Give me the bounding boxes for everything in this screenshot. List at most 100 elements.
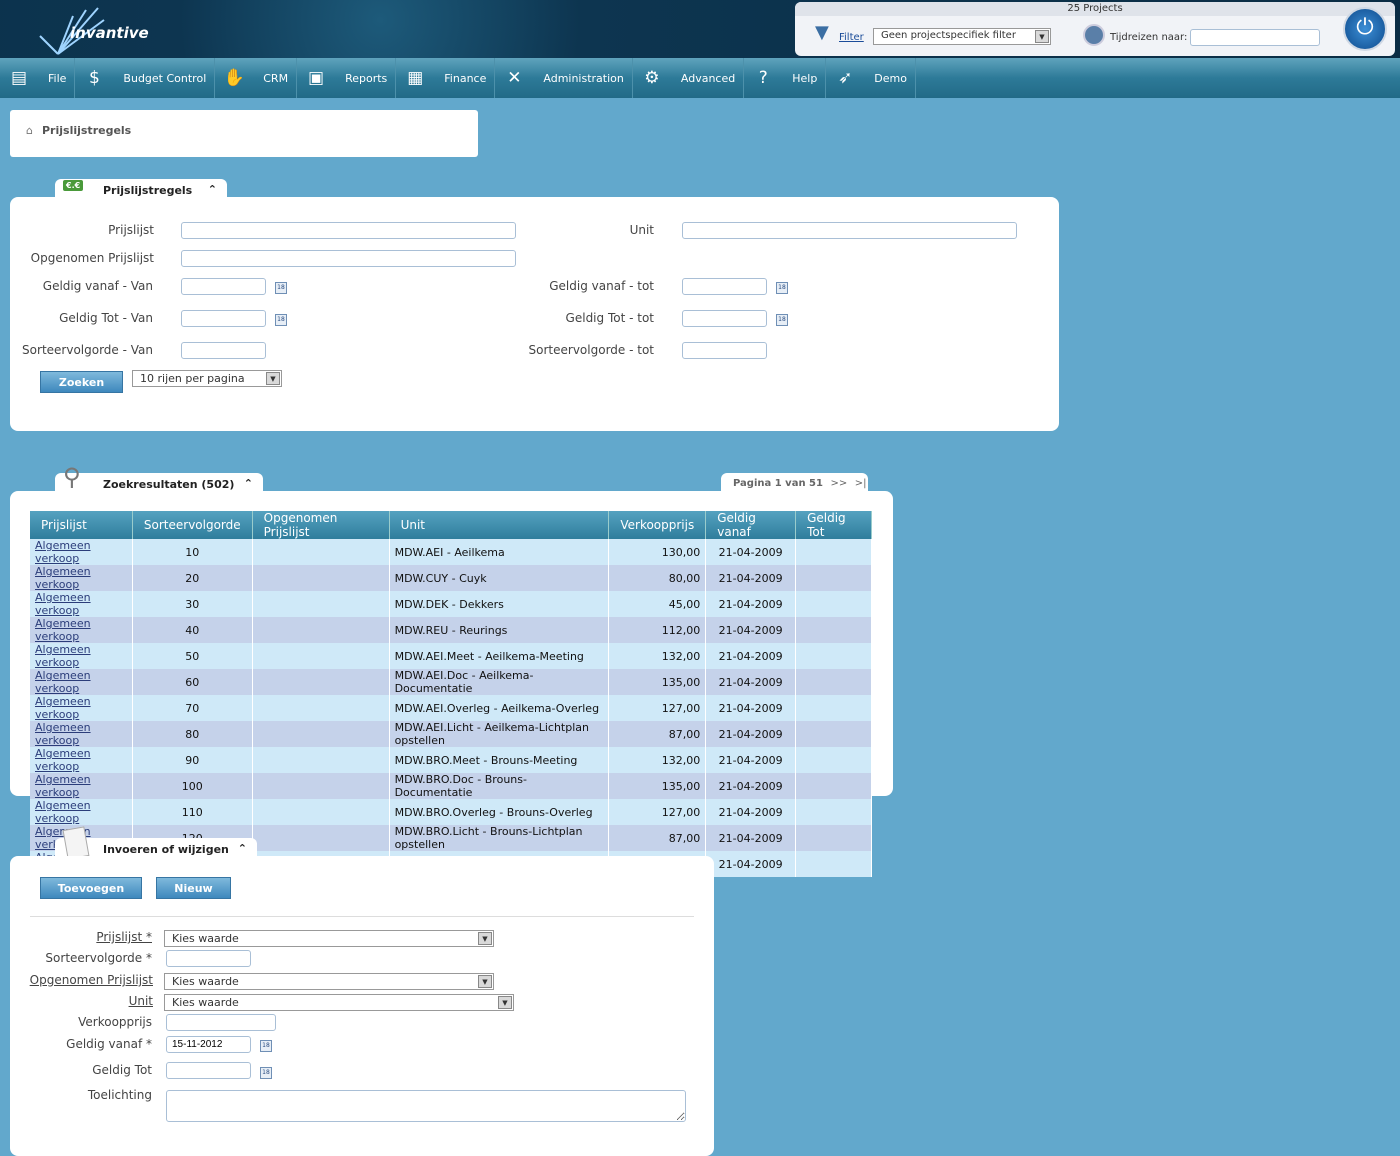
menu-label: Advanced (680, 71, 736, 85)
menu-item-finance[interactable]: ▦ Finance (396, 58, 496, 98)
column-header[interactable]: Geldig vanaf (705, 511, 797, 539)
label-prijslijst-link[interactable]: Prijslijst * (20, 930, 152, 944)
prijslijst-link[interactable]: Algemeen verkoop (35, 695, 91, 721)
prijslijst-link[interactable]: Algemeen verkoop (35, 591, 91, 617)
toelichting-textarea[interactable] (166, 1090, 686, 1122)
table-cell (252, 695, 390, 721)
geldig-vanaf-input[interactable] (166, 1036, 251, 1053)
projects-count[interactable]: 25 Projects (795, 2, 1395, 16)
table-row: Algemeen verkoop 10 MDW.AEI - Aeilkema 130,… (30, 539, 872, 565)
sort-van-input[interactable] (181, 342, 266, 359)
chevron-down-icon: ▼ (478, 932, 492, 945)
cell-prijslijst: Algemeen verkoop (30, 617, 133, 643)
filter-link[interactable]: Filter (839, 32, 864, 43)
geldig-tot-van-input[interactable] (181, 310, 266, 327)
collapse-icon[interactable]: ⌃ (244, 477, 253, 490)
add-button[interactable]: Toevoegen (40, 877, 142, 899)
prijslijst-link[interactable]: Algemeen verkoop (35, 539, 91, 565)
power-logout-button[interactable]: ⏻ (1343, 7, 1387, 51)
geldig-vanaf-tot-input[interactable] (682, 278, 767, 295)
column-header[interactable]: Unit (389, 511, 610, 539)
menu-label: CRM (263, 71, 289, 85)
label-opgenomen-link[interactable]: Opgenomen Prijslijst (20, 973, 153, 987)
handshake-icon: ✋ (223, 68, 245, 88)
prijslijst-input[interactable] (181, 222, 516, 239)
menu-item-help[interactable]: ? Help (744, 58, 827, 98)
table-cell: 21-04-2009 (705, 773, 797, 799)
calendar-icon[interactable]: 18 (260, 1040, 272, 1052)
table-row: Algemeen verkoop 40 MDW.REU - Reurings 112,… (30, 617, 872, 643)
search-button[interactable]: Zoeken (40, 371, 123, 393)
app-header: invantive 25 Projects ▼ Filter Geen proj… (0, 0, 1400, 58)
column-header[interactable]: Prijslijst (30, 511, 133, 539)
geldig-tot-tot-input[interactable] (682, 310, 767, 327)
geldig-vanaf-van-input[interactable] (181, 278, 266, 295)
column-header[interactable]: Verkoopprijs (608, 511, 707, 539)
table-cell (795, 747, 872, 773)
calendar-icon[interactable]: 18 (776, 314, 788, 326)
cell-prijslijst: Algemeen verkoop (30, 773, 133, 799)
table-cell (252, 669, 390, 695)
column-header[interactable]: Opgenomen Prijslijst (252, 511, 390, 539)
table-row: Algemeen verkoop 30 MDW.DEK - Dekkers 45,00… (30, 591, 872, 617)
table-cell: MDW.AEI.Doc - Aeilkema-Documentatie (389, 669, 610, 695)
menu-item-reports[interactable]: ▣ Reports (297, 58, 397, 98)
calendar-icon[interactable]: 18 (260, 1067, 272, 1079)
calculator-icon: ▦ (407, 68, 424, 88)
calendar-icon[interactable]: 18 (776, 282, 788, 294)
rows-per-page-select[interactable]: 10 rijen per pagina ▼ (132, 370, 282, 387)
last-page-link[interactable]: >| (855, 478, 867, 489)
collapse-icon[interactable]: ⌃ (238, 842, 247, 855)
prijslijst-link[interactable]: Algemeen verkoop (35, 721, 91, 747)
prijslijst-link[interactable]: Algemeen verkoop (35, 747, 91, 773)
unit-select[interactable]: Kies waarde ▼ (164, 994, 514, 1011)
calendar-icon[interactable]: 18 (275, 282, 287, 294)
label-opgenomen: Opgenomen Prijslijst (30, 251, 154, 265)
label-sort: Sorteervolgorde * (45, 951, 152, 965)
table-cell (795, 617, 872, 643)
table-cell (252, 591, 390, 617)
menu-item-administration[interactable]: ✕ Administration (495, 58, 633, 98)
opgenomen-select[interactable]: Kies waarde ▼ (164, 973, 494, 990)
next-page-link[interactable]: >> (830, 478, 847, 489)
prijslijst-link[interactable]: Algemeen verkoop (35, 617, 91, 643)
sort-tot-input[interactable] (682, 342, 767, 359)
menu-item-advanced[interactable]: ⚙ Advanced (633, 58, 745, 98)
opgenomen-input[interactable] (181, 250, 516, 267)
prijslijst-link[interactable]: Algemeen verkoop (35, 799, 91, 825)
cell-prijslijst: Algemeen verkoop (30, 643, 133, 669)
geldig-tot-input[interactable] (166, 1062, 251, 1079)
prijslijst-link[interactable]: Algemeen verkoop (35, 669, 91, 695)
invantive-logo[interactable]: invantive (38, 6, 149, 55)
unit-input[interactable] (682, 222, 1017, 239)
menu-item-budget-control[interactable]: $ Budget Control (75, 58, 216, 98)
table-cell: 100 (132, 773, 253, 799)
prijslijst-link[interactable]: Algemeen verkoop (35, 773, 91, 799)
search-title: Prijslijstregels (103, 184, 193, 197)
menu-label: Help (792, 71, 818, 85)
timetravel-input[interactable] (1190, 29, 1320, 46)
menu-item-file[interactable]: ▤ File (0, 58, 76, 98)
sort-input[interactable] (166, 950, 251, 967)
collapse-icon[interactable]: ⌃ (208, 183, 217, 196)
table-cell: 132,00 (608, 747, 707, 773)
calendar-icon[interactable]: 18 (275, 314, 287, 326)
prijslijst-select[interactable]: Kies waarde ▼ (164, 930, 494, 947)
table-cell: 21-04-2009 (705, 617, 797, 643)
menu-item-demo[interactable]: ➶ Demo (826, 58, 916, 98)
table-cell: 21-04-2009 (705, 747, 797, 773)
table-cell (252, 643, 390, 669)
label-gv-van: Geldig vanaf - Van (42, 279, 153, 293)
project-filter-select[interactable]: Geen projectspecifiek filter ▼ (873, 28, 1051, 45)
table-cell: 60 (132, 669, 253, 695)
prijslijst-link[interactable]: Algemeen verkoop (35, 643, 91, 669)
label-unit-link[interactable]: Unit (20, 994, 153, 1008)
home-icon[interactable]: ⌂ (26, 124, 33, 137)
column-header[interactable]: Sorteervolgorde (132, 511, 253, 539)
menu-item-crm[interactable]: ✋ CRM (215, 58, 298, 98)
column-header[interactable]: Geldig Tot (795, 511, 872, 539)
new-button[interactable]: Nieuw (156, 877, 231, 899)
table-cell: 87,00 (608, 825, 707, 851)
verkoopprijs-input[interactable] (166, 1014, 276, 1031)
prijslijst-link[interactable]: Algemeen verkoop (35, 565, 91, 591)
